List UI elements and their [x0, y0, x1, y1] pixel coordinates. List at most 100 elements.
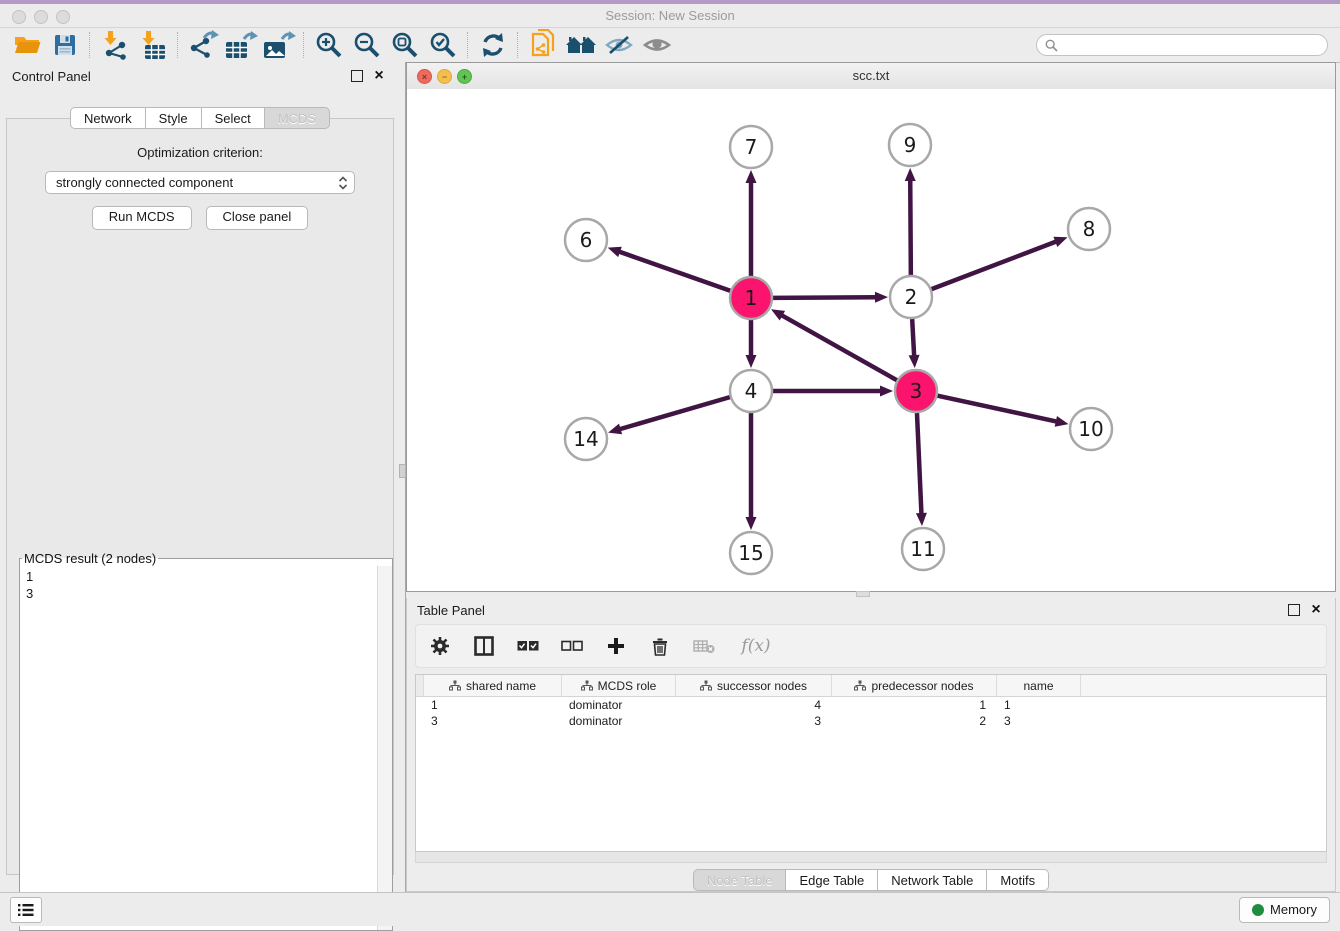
tab-style[interactable]: Style	[146, 107, 202, 129]
tab-motifs[interactable]: Motifs	[987, 869, 1049, 891]
import-table-icon[interactable]	[134, 30, 172, 60]
graph-node-6[interactable]: 6	[565, 219, 607, 261]
hide-selected-eye-icon[interactable]	[600, 30, 638, 60]
table-row[interactable]: 1dominator411	[416, 697, 1326, 713]
toolbar-separator	[517, 32, 519, 58]
control-panel-float-button[interactable]	[348, 67, 366, 85]
edge-1-6[interactable]	[618, 251, 730, 290]
cell-successor-nodes[interactable]: 3	[675, 713, 831, 729]
network-zoom-button[interactable]: +	[457, 69, 472, 84]
export-table-icon[interactable]	[222, 30, 260, 60]
cell-shared-name[interactable]: 3	[423, 713, 561, 729]
column-header-MCDS-role[interactable]: MCDS role	[562, 675, 676, 696]
close-panel-button[interactable]: Close panel	[206, 206, 309, 230]
edge-1-2[interactable]	[773, 297, 877, 298]
chevron-up-down-icon	[338, 175, 348, 191]
zoom-out-icon[interactable]	[348, 30, 386, 60]
cell-MCDS-role[interactable]: dominator	[561, 697, 675, 713]
memory-button[interactable]: Memory	[1239, 897, 1330, 923]
import-network-icon[interactable]	[96, 30, 134, 60]
graph-node-2[interactable]: 2	[890, 276, 932, 318]
cell-shared-name[interactable]: 1	[423, 697, 561, 713]
run-mcds-button[interactable]: Run MCDS	[92, 206, 192, 230]
edge-2-3[interactable]	[912, 319, 914, 357]
edge-3-11[interactable]	[917, 413, 922, 515]
result-scrollbar[interactable]	[377, 566, 392, 930]
network-file-icon[interactable]	[524, 30, 562, 60]
zoom-fit-icon[interactable]	[386, 30, 424, 60]
delete-trash-icon[interactable]	[648, 634, 672, 658]
clear-selection-icon[interactable]	[560, 634, 584, 658]
task-history-button[interactable]	[10, 897, 42, 923]
graph-node-7[interactable]: 7	[730, 126, 772, 168]
edge-4-14[interactable]	[619, 397, 730, 429]
network-minimize-button[interactable]: −	[437, 69, 452, 84]
show-all-eye-icon[interactable]	[638, 30, 676, 60]
network-canvas[interactable]: 7 9 6 8 1 2 4 3 14 10 15 11	[407, 89, 1335, 591]
cell-name[interactable]: 1	[996, 697, 1080, 713]
network-window-titlebar[interactable]: × − + scc.txt	[407, 63, 1335, 90]
memory-status-dot	[1252, 904, 1264, 916]
tab-node-table[interactable]: Node Table	[693, 869, 787, 891]
divider-handle-horizontal[interactable]	[856, 591, 870, 597]
divider-handle[interactable]	[399, 464, 406, 478]
column-header-predecessor-nodes[interactable]: predecessor nodes	[832, 675, 997, 696]
node-table: shared nameMCDS rolesuccessor nodesprede…	[415, 674, 1327, 852]
graph-node-1[interactable]: 1	[730, 277, 772, 319]
network-close-button[interactable]: ×	[417, 69, 432, 84]
graph-node-11[interactable]: 11	[902, 528, 944, 570]
column-header-shared-name[interactable]: shared name	[424, 675, 562, 696]
select-all-icon[interactable]	[516, 634, 540, 658]
open-folder-icon[interactable]	[8, 30, 46, 60]
toolbar-separator	[467, 32, 469, 58]
app-zoom-button[interactable]	[56, 10, 70, 24]
graph-node-8[interactable]: 8	[1068, 208, 1110, 250]
table-settings-gear-icon[interactable]	[428, 634, 452, 658]
search-input[interactable]	[1063, 37, 1319, 53]
home-icon[interactable]	[562, 30, 600, 60]
graph-node-10[interactable]: 10	[1070, 408, 1112, 450]
control-panel-close-button[interactable]: ×	[370, 67, 388, 85]
column-header-name[interactable]: name	[997, 675, 1081, 696]
cell-name[interactable]: 3	[996, 713, 1080, 729]
app-minimize-button[interactable]	[34, 10, 48, 24]
export-network-icon[interactable]	[184, 30, 222, 60]
criterion-dropdown[interactable]: strongly connected component	[45, 171, 355, 194]
table-row[interactable]: 3dominator323	[416, 713, 1326, 729]
tab-mcds[interactable]: MCDS	[265, 107, 330, 129]
graph-node-3[interactable]: 3	[895, 370, 937, 412]
tab-network[interactable]: Network	[70, 107, 146, 129]
tab-select[interactable]: Select	[202, 107, 265, 129]
edge-3-10[interactable]	[937, 396, 1057, 422]
svg-text:2: 2	[905, 285, 918, 309]
status-bar: Memory	[0, 892, 1340, 926]
graph-node-4[interactable]: 4	[730, 370, 772, 412]
app-close-button[interactable]	[12, 10, 26, 24]
edge-arrowhead	[880, 386, 893, 397]
zoom-in-icon[interactable]	[310, 30, 348, 60]
search-field[interactable]	[1036, 34, 1328, 56]
cell-successor-nodes[interactable]: 4	[675, 697, 831, 713]
table-panel-close-button[interactable]: ×	[1307, 601, 1325, 619]
cell-predecessor-nodes[interactable]: 2	[831, 713, 996, 729]
column-header-successor-nodes[interactable]: successor nodes	[676, 675, 832, 696]
tab-edge-table[interactable]: Edge Table	[786, 869, 878, 891]
svg-text:3: 3	[910, 379, 923, 403]
tab-network-table[interactable]: Network Table	[878, 869, 987, 891]
graph-node-9[interactable]: 9	[889, 124, 931, 166]
zoom-selected-icon[interactable]	[424, 30, 462, 60]
graph-node-14[interactable]: 14	[565, 418, 607, 460]
add-column-icon[interactable]	[604, 634, 628, 658]
edge-2-8[interactable]	[932, 241, 1058, 289]
edge-3-1[interactable]	[781, 315, 897, 381]
show-columns-icon[interactable]	[472, 634, 496, 658]
cell-predecessor-nodes[interactable]: 1	[831, 697, 996, 713]
save-icon[interactable]	[46, 30, 84, 60]
cell-MCDS-role[interactable]: dominator	[561, 713, 675, 729]
refresh-icon[interactable]	[474, 30, 512, 60]
graph-node-15[interactable]: 15	[730, 532, 772, 574]
edge-2-9[interactable]	[910, 179, 911, 275]
export-image-icon[interactable]	[260, 30, 298, 60]
table-panel-float-button[interactable]	[1285, 601, 1303, 619]
control-panel: Control Panel × NetworkStyleSelectMCDS O…	[0, 62, 400, 892]
